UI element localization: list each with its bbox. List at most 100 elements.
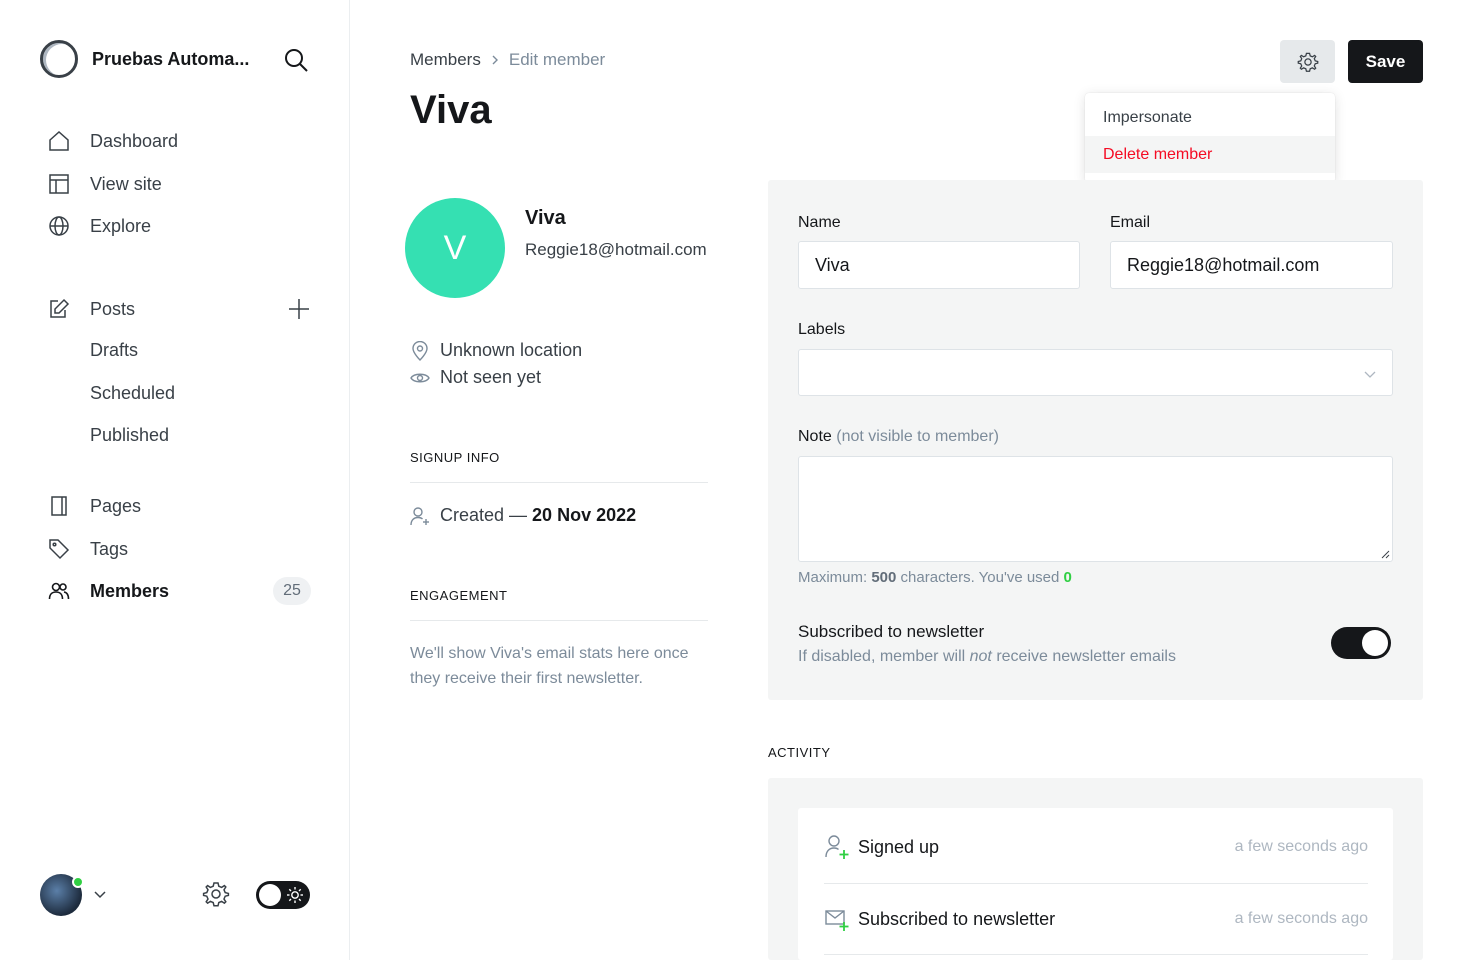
member-last-seen: Not seen yet — [410, 367, 541, 388]
nav-tags-label: Tags — [90, 538, 129, 559]
add-post-icon[interactable] — [287, 297, 311, 321]
theme-toggle-knob — [259, 884, 281, 906]
member-created: Created — 20 Nov 2022 — [410, 505, 636, 526]
sun-icon — [287, 887, 303, 903]
labels-label: Labels — [798, 321, 846, 338]
chevron-down-icon[interactable] — [92, 886, 108, 902]
member-email: Reggie18@hotmail.com — [525, 240, 707, 259]
member-actions-menu: Impersonate Delete member — [1085, 93, 1335, 183]
page-icon — [48, 495, 70, 517]
member-location-text: Unknown location — [440, 340, 583, 360]
activity-time: a few seconds ago — [1234, 838, 1368, 855]
member-location: Unknown location — [410, 340, 582, 361]
newsletter-title: Subscribed to newsletter — [798, 622, 985, 641]
note-char-hint: Maximum: 500 characters. You've used 0 — [798, 569, 1072, 586]
nav-explore[interactable]: Explore — [48, 212, 151, 240]
name-input-value: Viva — [815, 254, 850, 275]
site-brand[interactable]: Pruebas Automa... — [40, 40, 249, 78]
impersonate-menu-item[interactable]: Impersonate — [1085, 99, 1335, 136]
nav-published[interactable]: Published — [90, 425, 169, 446]
nav-members-label: Members — [90, 580, 170, 601]
members-count-badge: 25 — [273, 577, 311, 605]
activity-item: Subscribed to newsletter a few seconds a… — [824, 883, 1368, 955]
chevron-down-icon — [1364, 371, 1376, 378]
newsletter-description: If disabled, member will not receive new… — [798, 648, 1176, 666]
signup-divider — [410, 482, 708, 483]
email-input[interactable]: Reggie18@hotmail.com — [1110, 241, 1393, 289]
name-label: Name — [798, 214, 841, 231]
note-label-muted: (not visible to member) — [836, 428, 999, 445]
save-button[interactable]: Save — [1348, 40, 1423, 83]
labels-select[interactable] — [798, 349, 1393, 396]
name-input[interactable]: Viva — [798, 241, 1080, 289]
nav-posts-label: Posts — [90, 298, 136, 319]
member-name: Viva — [525, 207, 566, 229]
nav-drafts[interactable]: Drafts — [90, 340, 138, 361]
nav-dashboard-label: Dashboard — [90, 130, 179, 151]
resize-grip-icon[interactable] — [1380, 549, 1390, 559]
activity-time: a few seconds ago — [1234, 910, 1368, 927]
user-add-icon — [825, 835, 849, 859]
nav-explore-label: Explore — [90, 215, 152, 236]
member-avatar: V — [405, 198, 505, 298]
members-icon — [48, 580, 70, 602]
nav-tags[interactable]: Tags — [48, 535, 128, 563]
tag-icon — [48, 538, 70, 560]
breadcrumb-current: Edit member — [508, 50, 606, 69]
note-textarea[interactable] — [798, 456, 1393, 562]
created-label: Created — — [440, 505, 528, 525]
layout-icon — [48, 173, 70, 195]
email-label: Email — [1110, 214, 1151, 231]
nav-view-site[interactable]: View site — [48, 170, 162, 198]
breadcrumb-members-link[interactable]: Members — [410, 50, 481, 70]
newsletter-desc-em: not — [969, 648, 992, 665]
theme-toggle[interactable] — [256, 881, 310, 909]
page-title: Viva — [410, 88, 492, 132]
newsletter-desc-after: receive newsletter emails — [996, 648, 1176, 665]
online-status-dot — [72, 876, 84, 888]
note-label-text: Note — [798, 428, 832, 445]
chevron-right-icon — [492, 55, 498, 65]
newsletter-desc-before: If disabled, member will — [798, 648, 966, 665]
hint-used: 0 — [1063, 569, 1072, 586]
engagement-text: We'll show Viva's email stats here once … — [410, 645, 689, 687]
hint-max: 500 — [871, 569, 897, 586]
search-icon[interactable] — [282, 46, 310, 74]
nav-members[interactable]: Members — [48, 577, 169, 605]
hint-prefix: Maximum: — [798, 569, 868, 586]
eye-icon — [410, 368, 430, 388]
nav-dashboard[interactable]: Dashboard — [48, 127, 178, 155]
edit-icon — [48, 298, 70, 320]
site-logo — [40, 40, 78, 78]
signup-info-heading: SIGNUP INFO — [410, 450, 500, 465]
note-label: Note (not visible to member) — [798, 428, 999, 446]
created-date: 20 Nov 2022 — [532, 505, 637, 525]
newsletter-toggle-knob — [1362, 630, 1388, 656]
location-pin-icon — [410, 340, 430, 361]
nav-posts[interactable]: Posts — [48, 295, 135, 323]
engagement-divider — [410, 620, 708, 621]
user-add-icon — [410, 506, 430, 526]
delete-member-menu-item[interactable]: Delete member — [1085, 136, 1335, 173]
activity-heading: ACTIVITY — [768, 745, 831, 760]
member-actions-button[interactable] — [1280, 40, 1335, 83]
email-input-value: Reggie18@hotmail.com — [1127, 254, 1320, 275]
mail-add-icon — [825, 910, 849, 931]
hint-middle: characters. You've used — [900, 569, 1060, 586]
newsletter-toggle[interactable] — [1331, 627, 1391, 659]
sidebar: Pruebas Automa... Dashboard View site Ex… — [0, 0, 350, 960]
activity-text: Subscribed to newsletter — [858, 908, 1056, 929]
settings-gear-icon[interactable] — [202, 880, 230, 908]
nav-scheduled[interactable]: Scheduled — [90, 383, 175, 404]
activity-text: Signed up — [858, 836, 940, 857]
site-name: Pruebas Automa... — [92, 48, 250, 69]
nav-pages[interactable]: Pages — [48, 492, 141, 520]
activity-divider — [824, 954, 1368, 955]
nav-pages-label: Pages — [90, 495, 142, 516]
home-icon — [48, 130, 70, 152]
breadcrumb: Members Edit member — [410, 50, 605, 70]
member-last-seen-text: Not seen yet — [440, 367, 542, 387]
engagement-heading: ENGAGEMENT — [410, 588, 508, 603]
activity-item: Signed up a few seconds ago — [824, 811, 1368, 883]
globe-icon — [48, 215, 70, 237]
